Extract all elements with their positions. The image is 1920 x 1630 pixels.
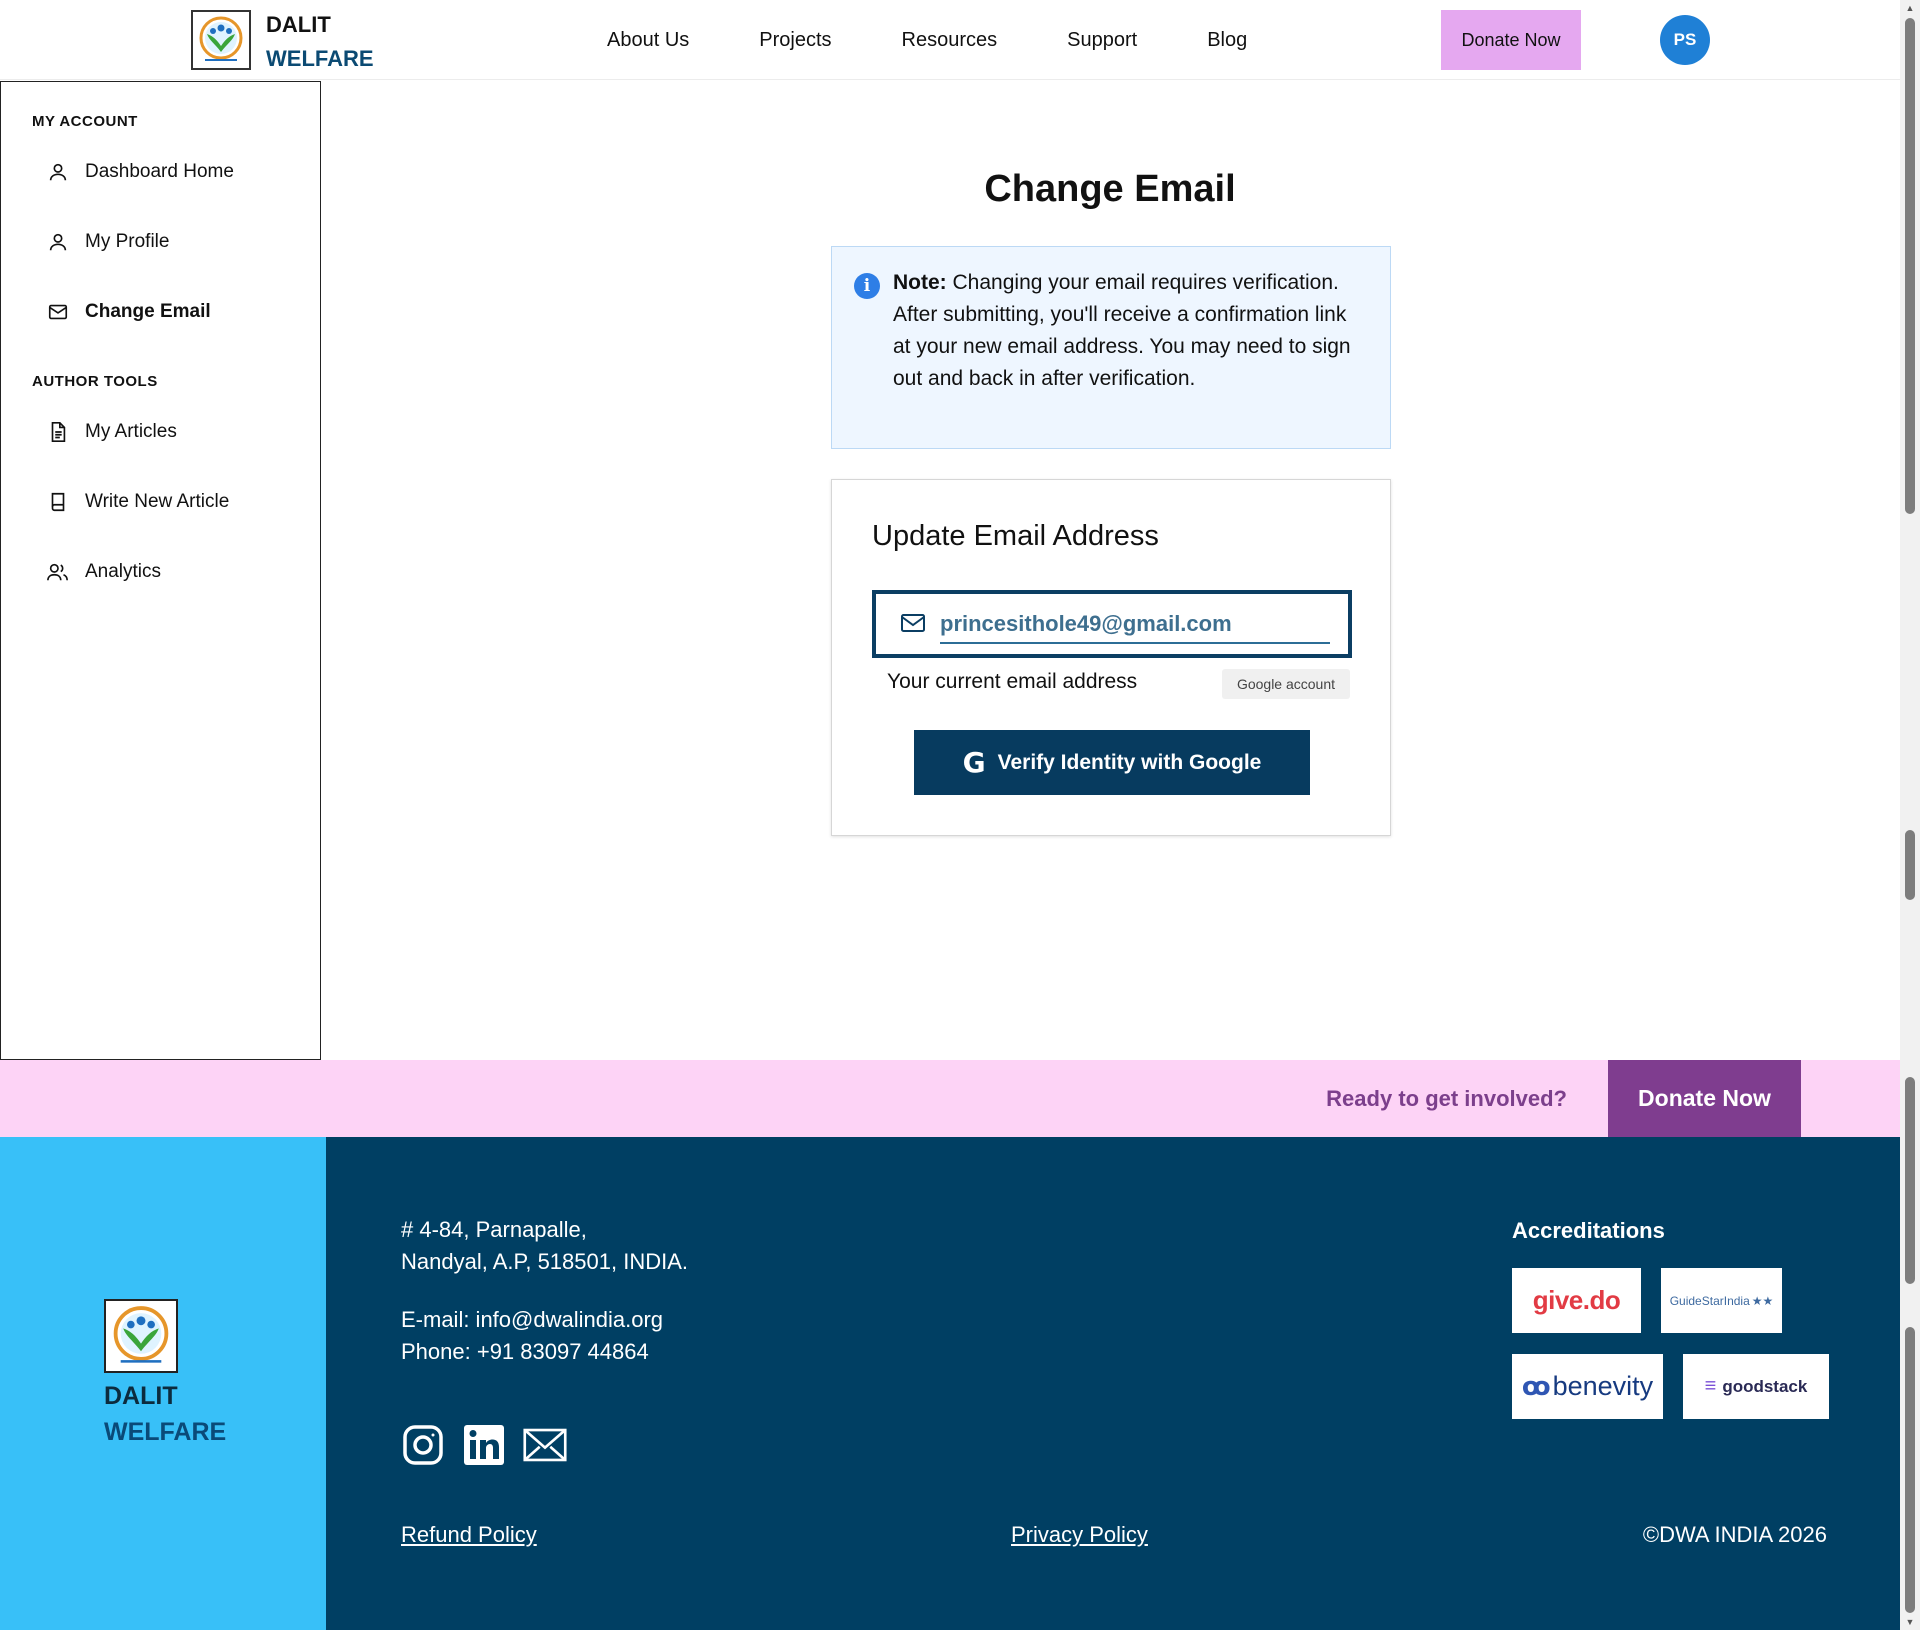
sidebar-item-my-articles[interactable]: My Articles [45, 412, 177, 452]
footer-logo[interactable] [104, 1299, 178, 1373]
nav-about-us[interactable]: About Us [607, 29, 689, 52]
google-account-badge: Google account [1222, 669, 1350, 699]
update-email-card: Update Email Address Your current email … [831, 479, 1391, 836]
accreditation-givedo-logo[interactable]: give.do [1512, 1268, 1641, 1333]
footer-address: # 4-84, Parnapalle, Nandyal, A.P, 518501… [401, 1214, 688, 1278]
main-nav: About Us Projects Resources Support Blog [607, 0, 1317, 80]
book-icon [45, 489, 71, 515]
social-links [401, 1423, 584, 1467]
sidebar-item-label: My Articles [85, 421, 177, 442]
users-icon [45, 559, 71, 585]
sidebar-item-label: Dashboard Home [85, 161, 234, 182]
note-text: Note: Changing your email requires verif… [893, 267, 1363, 395]
scrollbar-thumb[interactable] [1905, 18, 1915, 514]
email-field-wrapper[interactable] [872, 590, 1352, 658]
note-body: Changing your email requires verificatio… [893, 271, 1351, 390]
verify-button-label: Verify Identity with Google [997, 750, 1262, 774]
page-title: Change Email [984, 168, 1236, 210]
sidebar-section-author-tools: AUTHOR TOOLS [32, 373, 158, 390]
google-icon: G [962, 746, 986, 779]
footer-contact: E-mail: info@dwalindia.org Phone: +91 83… [401, 1304, 663, 1368]
donate-now-button[interactable]: Donate Now [1441, 10, 1581, 70]
privacy-policy-link[interactable]: Privacy Policy [1011, 1522, 1148, 1548]
accreditation-goodstack-logo[interactable]: ≡ goodstack [1683, 1354, 1829, 1419]
footer-brand-name: DALIT WELFARE [104, 1378, 226, 1450]
sidebar-item-label: Change Email [85, 301, 211, 322]
accreditation-guidestar-logo[interactable]: GuideStarIndia ★★ [1661, 1268, 1782, 1333]
copyright: ©DWA INDIA 2026 [1642, 1522, 1827, 1547]
logo-emblem-icon [113, 1306, 169, 1363]
info-icon: i [854, 273, 880, 299]
address-line: # 4-84, Parnapalle, [401, 1217, 587, 1242]
sidebar-section-my-account: MY ACCOUNT [32, 113, 138, 130]
accreditation-label: GuideStarIndia [1669, 1293, 1750, 1308]
sidebar-item-write-new-article[interactable]: Write New Article [45, 482, 229, 522]
card-title: Update Email Address [872, 520, 1159, 552]
footer-email[interactable]: E-mail: info@dwalindia.org [401, 1304, 663, 1336]
accreditation-label: goodstack [1722, 1376, 1808, 1396]
logo-emblem-icon [199, 16, 243, 61]
stars-icon: ★★ [1751, 1293, 1774, 1308]
footer-brand-line1: DALIT [104, 1382, 178, 1410]
nav-projects[interactable]: Projects [759, 29, 831, 52]
address-line: Nandyal, A.P, 518501, INDIA. [401, 1249, 688, 1274]
footer-brand-panel: DALIT WELFARE [0, 1137, 326, 1630]
benevity-mark-icon: ꝏ [1521, 1371, 1551, 1401]
avatar[interactable]: PS [1660, 15, 1710, 65]
nav-support[interactable]: Support [1067, 29, 1137, 52]
sidebar-item-analytics[interactable]: Analytics [45, 552, 161, 592]
scrollbar-thumb[interactable] [1905, 1327, 1915, 1613]
mail-icon[interactable] [523, 1423, 567, 1467]
instagram-icon[interactable] [401, 1423, 445, 1467]
footer-phone[interactable]: Phone: +91 83097 44864 [401, 1336, 663, 1368]
goodstack-mark-icon: ≡ [1704, 1375, 1717, 1397]
info-note: i Note: Changing your email requires ver… [831, 246, 1391, 449]
brand-line1: DALIT [266, 12, 331, 37]
mail-icon [45, 299, 71, 325]
sidebar-item-label: Analytics [85, 561, 162, 582]
scroll-up-icon[interactable]: ▲ [1900, 0, 1920, 16]
scrollbar-thumb[interactable] [1905, 830, 1915, 900]
accreditations-title: Accreditations [1512, 1218, 1665, 1243]
accreditation-label: give.do [1532, 1285, 1621, 1315]
scrollbar[interactable]: ▲ ▼ [1900, 0, 1920, 1630]
scroll-down-icon[interactable]: ▼ [1900, 1614, 1920, 1630]
mail-icon [900, 612, 926, 639]
logo[interactable] [191, 10, 251, 70]
user-icon [45, 229, 71, 255]
email-field[interactable] [940, 606, 1330, 644]
cta-text: Ready to get involved? [1326, 1085, 1567, 1111]
cta-banner: Ready to get involved? Donate Now [0, 1060, 1900, 1137]
sidebar-item-change-email[interactable]: Change Email [45, 292, 211, 332]
document-icon [45, 419, 71, 445]
nav-resources[interactable]: Resources [902, 29, 998, 52]
footer-brand-line2: WELFARE [104, 1418, 227, 1446]
sidebar-item-label: My Profile [85, 231, 170, 252]
accreditation-label: benevity [1552, 1371, 1654, 1401]
brand-line2: WELFARE [266, 46, 374, 71]
sidebar-item-dashboard-home[interactable]: Dashboard Home [45, 152, 234, 192]
site-header: DALIT WELFARE About Us Projects Resource… [0, 0, 1900, 80]
cta-donate-button[interactable]: Donate Now [1608, 1060, 1801, 1137]
brand-name[interactable]: DALIT WELFARE [266, 8, 374, 76]
note-label: Note: [893, 271, 947, 294]
sidebar-item-my-profile[interactable]: My Profile [45, 222, 169, 262]
linkedin-icon[interactable] [462, 1423, 506, 1467]
verify-with-google-button[interactable]: G Verify Identity with Google [914, 730, 1310, 795]
nav-blog[interactable]: Blog [1207, 29, 1247, 52]
accreditation-benevity-logo[interactable]: ꝏ benevity [1512, 1354, 1663, 1419]
sidebar-item-label: Write New Article [85, 491, 230, 512]
current-email-label: Your current email address [887, 670, 1138, 693]
sidebar: MY ACCOUNT Dashboard Home My Profile Cha… [0, 81, 321, 1060]
user-icon [45, 159, 71, 185]
scrollbar-thumb[interactable] [1905, 1077, 1915, 1284]
refund-policy-link[interactable]: Refund Policy [401, 1522, 537, 1548]
